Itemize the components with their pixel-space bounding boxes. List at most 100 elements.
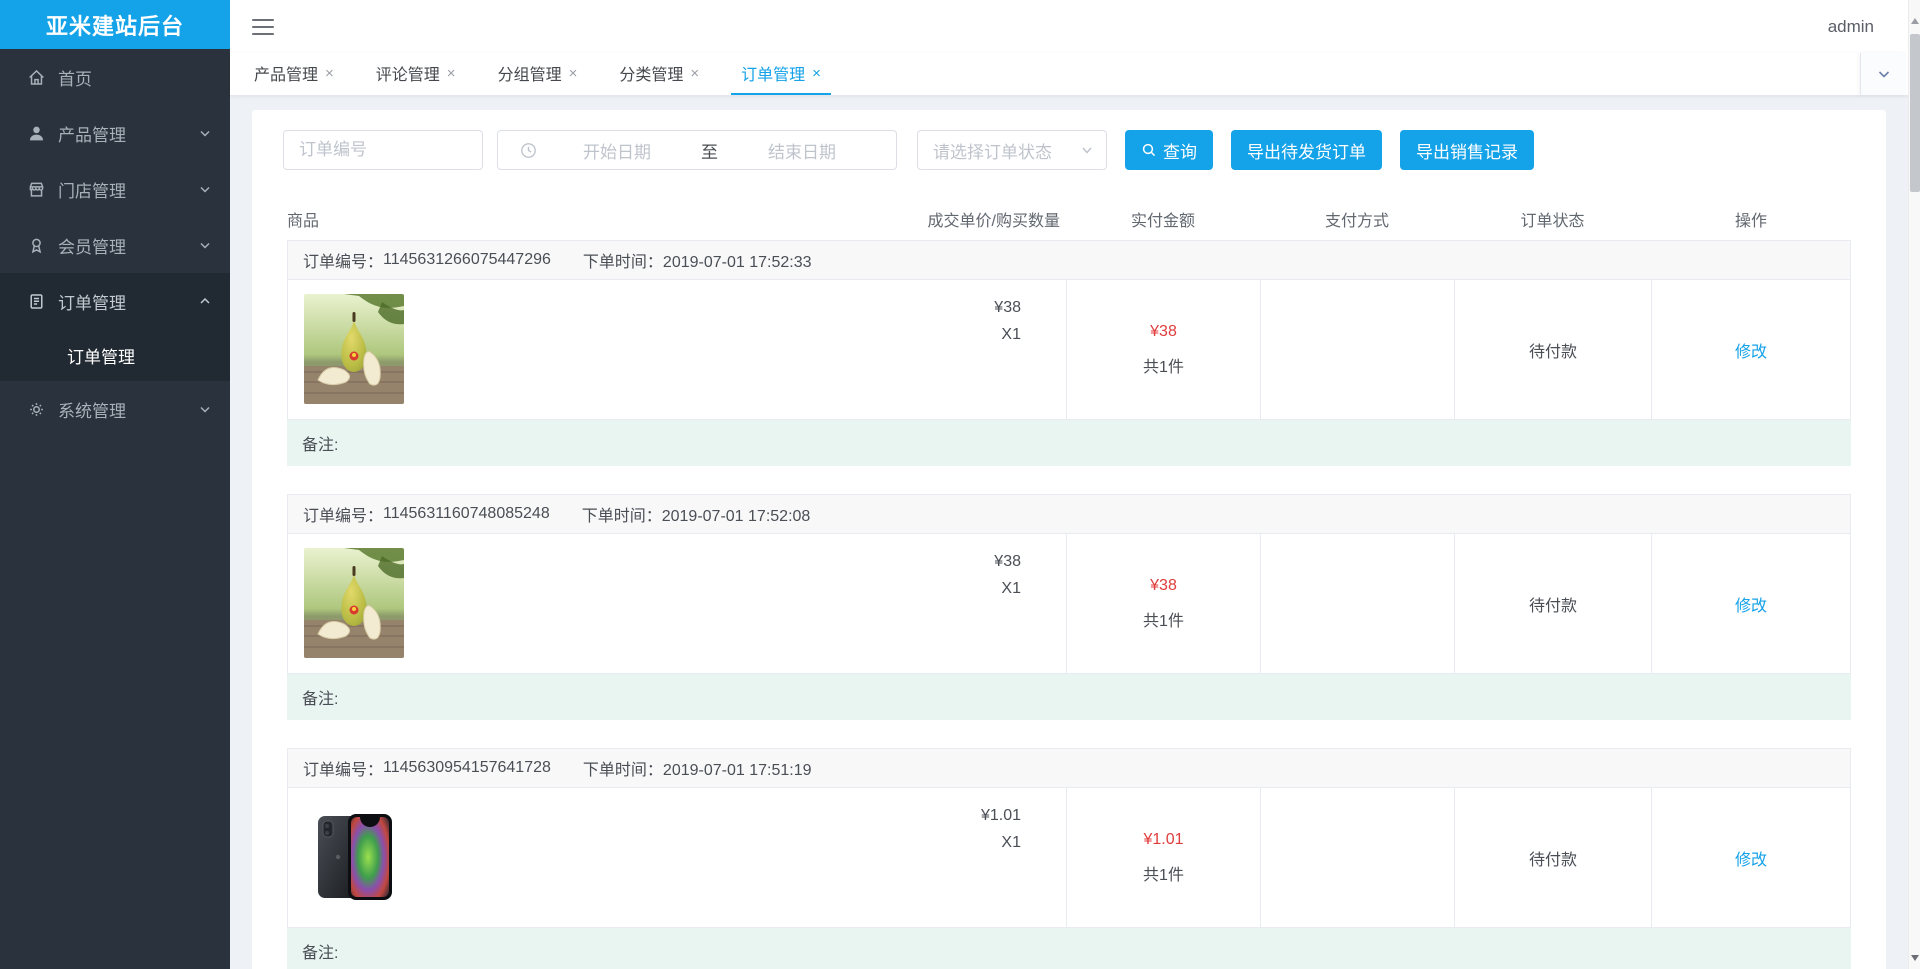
order-status-select[interactable]: 请选择订单状态	[917, 130, 1107, 170]
modify-link[interactable]: 修改	[1735, 338, 1767, 362]
unit-price: ¥38	[994, 553, 1021, 570]
sidebar-item-home[interactable]: 首页	[0, 49, 230, 105]
paid-amount: ¥38	[1150, 322, 1177, 340]
product-image-iphone	[304, 802, 404, 912]
scroll-down-icon[interactable]	[1911, 955, 1919, 961]
order-time-value: 2019-07-01 17:52:08	[661, 508, 811, 525]
col-unit-price-qty: 成交单价/购买数量	[927, 213, 1060, 230]
close-tab-icon[interactable]: ×	[690, 65, 699, 82]
order-status-cell: 待付款	[1455, 534, 1652, 673]
order-icon	[26, 291, 46, 311]
order-time-label: 下单时间：	[582, 254, 663, 271]
remark-label: 备注:	[302, 945, 339, 962]
col-product: 商品	[287, 213, 320, 230]
tab-products[interactable]: 产品管理 ×	[244, 53, 344, 95]
order-group: 订单编号： 1145631160748085248 下单时间：2019-07-0…	[287, 494, 1851, 720]
start-date-placeholder[interactable]: 开始日期	[537, 138, 697, 163]
close-tab-icon[interactable]: ×	[325, 65, 334, 82]
order-row: ¥1.01 X1 ¥1.01 共1件 待付款 修改	[287, 788, 1851, 928]
home-icon	[26, 67, 46, 87]
tab-groups[interactable]: 分组管理 ×	[488, 53, 588, 95]
order-no-value: 1145630954157641728	[383, 759, 551, 776]
order-time-value: 2019-07-01 17:52:33	[662, 254, 812, 271]
orders-table: 商品 成交单价/购买数量 实付金额 支付方式 订单状态 操作 订单编号： 114…	[287, 202, 1851, 969]
date-range-picker[interactable]: 开始日期 至 结束日期	[497, 130, 897, 170]
close-tab-icon[interactable]: ×	[812, 65, 821, 82]
scroll-up-icon[interactable]	[1911, 18, 1919, 24]
col-action: 操作	[1734, 213, 1767, 230]
order-time-label: 下单时间：	[581, 508, 662, 525]
quantity: X1	[1001, 326, 1021, 343]
close-tab-icon[interactable]: ×	[569, 65, 578, 82]
close-tab-icon[interactable]: ×	[447, 65, 456, 82]
order-group-header: 订单编号： 1145630954157641728 下单时间：2019-07-0…	[287, 748, 1851, 788]
search-button[interactable]: 查询	[1125, 130, 1213, 170]
clock-icon	[521, 142, 536, 158]
tab-overflow-dropdown[interactable]	[1860, 53, 1906, 95]
table-header-row: 商品 成交单价/购买数量 实付金额 支付方式 订单状态 操作	[287, 202, 1851, 236]
quantity: X1	[1001, 834, 1021, 851]
search-icon	[1142, 143, 1156, 157]
remark-row: 备注:	[287, 928, 1851, 969]
gear-icon	[26, 399, 46, 419]
remark-row: 备注:	[287, 674, 1851, 720]
user-menu[interactable]: admin	[1828, 17, 1874, 37]
filter-bar: 开始日期 至 结束日期 请选择订单状态 查询 导出待发货订单 导出销售记录	[268, 130, 1870, 170]
tab-bar: 产品管理 × 评论管理 × 分组管理 × 分类管理 × 订单管理 ×	[230, 53, 1920, 96]
product-image-pear	[304, 294, 404, 404]
tab-comments[interactable]: 评论管理 ×	[366, 53, 466, 95]
sidebar: 亚米建站后台 首页 产品管理 门店管理 会员管理 订单管理 订单管理 系统管理	[0, 0, 230, 969]
export-pending-orders-button[interactable]: 导出待发货订单	[1231, 130, 1382, 170]
chevron-up-icon	[198, 294, 212, 308]
payment-method-cell	[1261, 534, 1455, 673]
sidebar-item-system[interactable]: 系统管理	[0, 381, 230, 437]
end-date-placeholder[interactable]: 结束日期	[722, 138, 882, 163]
modify-link[interactable]: 修改	[1735, 592, 1767, 616]
order-group: 订单编号： 1145630954157641728 下单时间：2019-07-0…	[287, 748, 1851, 969]
total-count: 共1件	[1143, 866, 1184, 884]
remark-label: 备注:	[302, 691, 339, 708]
app-logo: 亚米建站后台	[0, 0, 230, 49]
hamburger-menu-icon[interactable]	[252, 18, 274, 35]
tab-orders[interactable]: 订单管理 ×	[731, 53, 831, 95]
admin-app: 亚米建站后台 首页 产品管理 门店管理 会员管理 订单管理 订单管理 系统管理 …	[0, 0, 1920, 969]
paid-amount: ¥38	[1150, 576, 1177, 594]
vertical-scrollbar[interactable]	[1908, 0, 1920, 969]
chevron-down-icon	[198, 126, 212, 140]
chevron-down-icon	[198, 182, 212, 196]
order-no-input[interactable]	[283, 130, 483, 170]
user-icon	[26, 123, 46, 143]
top-header: admin	[230, 0, 1920, 53]
order-status-cell: 待付款	[1455, 788, 1652, 927]
main-area: admin 产品管理 × 评论管理 × 分组管理 × 分类管理 × 订单管理 ×	[230, 0, 1920, 969]
order-group-header: 订单编号： 1145631266075447296 下单时间：2019-07-0…	[287, 240, 1851, 280]
scrollbar-thumb[interactable]	[1910, 34, 1920, 192]
chevron-down-icon	[1878, 71, 1889, 78]
col-paid-amount: 实付金额	[1130, 213, 1195, 230]
sidebar-item-orders[interactable]: 订单管理	[0, 273, 230, 329]
order-no-label: 订单编号：	[303, 508, 384, 525]
remark-label: 备注:	[302, 437, 339, 454]
sidebar-item-stores[interactable]: 门店管理	[0, 161, 230, 217]
payment-method-cell	[1261, 788, 1455, 927]
chevron-down-icon	[1082, 147, 1092, 154]
sidebar-item-label: 门店管理	[58, 181, 126, 201]
order-no-value: 1145631266075447296	[383, 251, 551, 268]
product-image-pear	[304, 548, 404, 658]
modify-link[interactable]: 修改	[1735, 846, 1767, 870]
payment-method-cell	[1261, 280, 1455, 419]
sidebar-item-label: 会员管理	[58, 237, 126, 257]
paid-amount: ¥1.01	[1143, 830, 1184, 848]
order-no-value: 1145631160748085248	[383, 505, 550, 522]
col-payment-method: 支付方式	[1324, 213, 1389, 230]
content-area: 开始日期 至 结束日期 请选择订单状态 查询 导出待发货订单 导出销售记录	[230, 96, 1920, 969]
tab-categories[interactable]: 分类管理 ×	[609, 53, 709, 95]
order-status-cell: 待付款	[1455, 280, 1652, 419]
export-sales-records-button[interactable]: 导出销售记录	[1400, 130, 1534, 170]
sidebar-item-products[interactable]: 产品管理	[0, 105, 230, 161]
col-order-status: 订单状态	[1520, 213, 1585, 230]
total-count: 共1件	[1143, 358, 1184, 376]
sidebar-item-members[interactable]: 会员管理	[0, 217, 230, 273]
sidebar-subitem-order-management[interactable]: 订单管理	[0, 329, 230, 381]
order-group: 订单编号： 1145631266075447296 下单时间：2019-07-0…	[287, 240, 1851, 466]
